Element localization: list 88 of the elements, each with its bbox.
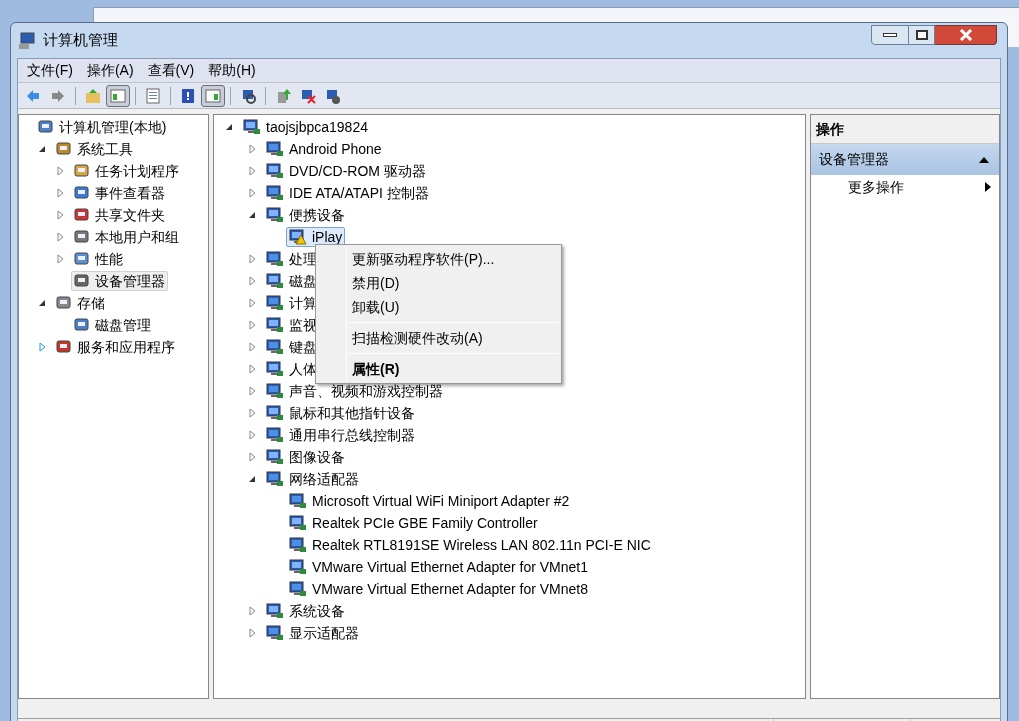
device-item[interactable]: VMware Virtual Ethernet Adapter for VMnet1 bbox=[286, 557, 591, 577]
tree-item[interactable]: 共享文件夹 bbox=[71, 205, 168, 225]
window-title: 计算机管理 bbox=[43, 30, 118, 51]
device-icon bbox=[266, 317, 284, 333]
device-icon bbox=[266, 339, 284, 355]
device-item[interactable]: 显示适配器 bbox=[263, 623, 362, 643]
update-driver-icon bbox=[275, 87, 291, 104]
close-button[interactable] bbox=[935, 25, 997, 45]
context-menu-item[interactable]: 更新驱动程序软件(P)... bbox=[316, 247, 561, 271]
uninstall-icon bbox=[300, 87, 316, 104]
device-icon bbox=[266, 163, 284, 179]
pane-button[interactable] bbox=[106, 84, 130, 107]
tool-icon bbox=[74, 185, 90, 201]
device-icon bbox=[266, 273, 284, 289]
tool-icon bbox=[74, 229, 90, 245]
tool-icon bbox=[74, 163, 90, 179]
device-icon bbox=[266, 383, 284, 399]
device-item[interactable]: Realtek RTL8191SE Wireless LAN 802.11n PCI-E NIC bbox=[286, 535, 654, 555]
device-icon bbox=[266, 449, 284, 465]
tool-icon bbox=[74, 273, 90, 289]
device-item[interactable]: DVD/CD-ROM 驱动器 bbox=[263, 161, 429, 181]
device-icon bbox=[266, 603, 284, 619]
device-icon bbox=[243, 119, 261, 135]
pane-icon bbox=[205, 87, 221, 104]
tree-item[interactable]: 任务计划程序 bbox=[71, 161, 182, 181]
device-icon bbox=[289, 537, 307, 553]
device-icon bbox=[266, 207, 284, 223]
device-icon bbox=[266, 361, 284, 377]
maximize-button[interactable] bbox=[909, 25, 935, 45]
tree-item[interactable]: 系统工具 bbox=[53, 139, 136, 159]
pane-button[interactable] bbox=[201, 84, 225, 107]
device-icon bbox=[266, 295, 284, 311]
device-item[interactable]: Android Phone bbox=[263, 139, 385, 159]
computer-icon bbox=[18, 31, 36, 50]
device-item[interactable]: 鼠标和其他指针设备 bbox=[263, 403, 418, 423]
actions-section-header[interactable]: 设备管理器 bbox=[811, 144, 999, 175]
tool-icon bbox=[74, 251, 90, 267]
device-item[interactable]: iPlay bbox=[286, 227, 346, 247]
tree-item[interactable]: 存储 bbox=[53, 293, 108, 313]
menu-item[interactable]: 操作(A) bbox=[86, 60, 134, 81]
tree-item[interactable]: 服务和应用程序 bbox=[53, 337, 178, 357]
actions-header: 操作 bbox=[811, 115, 999, 144]
tree-item[interactable]: 计算机管理(本地) bbox=[35, 117, 170, 137]
device-item[interactable]: taojsjbpca19824 bbox=[240, 117, 371, 137]
device-icon bbox=[266, 141, 284, 157]
device-item[interactable]: 便携设备 bbox=[263, 205, 348, 225]
tree-item[interactable]: 事件查看器 bbox=[71, 183, 168, 203]
tool-icon bbox=[74, 317, 90, 333]
action-item[interactable]: 更多操作 bbox=[811, 175, 999, 199]
device-icon bbox=[289, 515, 307, 531]
tool-icon bbox=[38, 119, 54, 135]
forward-icon bbox=[50, 87, 66, 104]
tree-item[interactable]: 性能 bbox=[71, 249, 126, 269]
pane-icon bbox=[110, 87, 126, 104]
device-icon bbox=[266, 405, 284, 421]
menu-item[interactable]: 文件(F) bbox=[27, 60, 73, 81]
device-icon bbox=[266, 251, 284, 267]
device-item[interactable]: 系统设备 bbox=[263, 601, 348, 621]
device-item[interactable]: Microsoft Virtual WiFi Miniport Adapter #2 bbox=[286, 491, 573, 511]
up-folder-icon bbox=[85, 87, 101, 104]
minimize-button[interactable] bbox=[871, 25, 909, 45]
device-icon bbox=[266, 471, 284, 487]
device-item[interactable]: 声音、视频和游戏控制器 bbox=[263, 381, 446, 401]
collapse-icon bbox=[979, 156, 989, 163]
device-icon bbox=[266, 185, 284, 201]
device-item[interactable]: 网络适配器 bbox=[263, 469, 362, 489]
device-item[interactable]: 通用串行总线控制器 bbox=[263, 425, 418, 445]
tree-item[interactable]: 设备管理器 bbox=[71, 271, 168, 291]
submenu-arrow-icon bbox=[985, 182, 991, 192]
tree-item[interactable]: 磁盘管理 bbox=[71, 315, 154, 335]
tree-item[interactable]: 本地用户和组 bbox=[71, 227, 182, 247]
device-item[interactable]: Realtek PCIe GBE Family Controller bbox=[286, 513, 541, 533]
close-icon bbox=[957, 29, 974, 41]
menu-item[interactable]: 帮助(H) bbox=[208, 60, 256, 81]
device-icon bbox=[266, 625, 284, 641]
device-icon bbox=[266, 427, 284, 443]
tool-icon bbox=[56, 339, 72, 355]
tool-icon bbox=[56, 295, 72, 311]
tool-icon bbox=[74, 207, 90, 223]
device-icon bbox=[289, 581, 307, 597]
menu-item[interactable]: 查看(V) bbox=[147, 60, 195, 81]
device-icon bbox=[289, 559, 307, 575]
device-item[interactable]: IDE ATA/ATAPI 控制器 bbox=[263, 183, 432, 203]
device-icon bbox=[289, 493, 307, 509]
tool-icon bbox=[56, 141, 72, 157]
device-item[interactable]: VMware Virtual Ethernet Adapter for VMnet8 bbox=[286, 579, 591, 599]
list-icon bbox=[145, 87, 161, 104]
device-item[interactable]: 图像设备 bbox=[263, 447, 348, 467]
